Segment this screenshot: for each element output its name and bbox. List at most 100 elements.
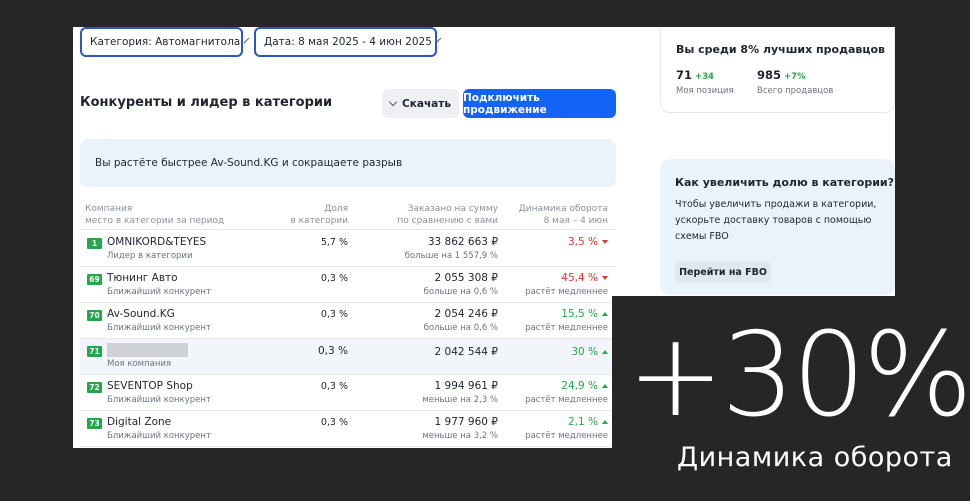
share-value: 0,3 % bbox=[317, 345, 348, 357]
company-role: Ближайший конкурент bbox=[107, 395, 211, 405]
amount-compare: меньше на 2,3 % bbox=[422, 395, 498, 405]
dynamics-text: 2,1 % bbox=[567, 416, 598, 428]
header-company-title: Компания bbox=[85, 204, 133, 214]
my-position-value: 71 +34 bbox=[676, 68, 714, 82]
rank-badge: 72 bbox=[87, 382, 102, 393]
share-value: 5,7 % bbox=[320, 237, 348, 248]
info-banner-text: Вы растёте быстрее Av-Sound.KG и сокраща… bbox=[95, 157, 403, 169]
amount-value: 2 042 544 ₽ bbox=[434, 346, 498, 358]
top-sellers-card: Вы среди 8% лучших продавцов 71 +34 Моя п… bbox=[660, 27, 895, 113]
date-select-label: Дата: 8 мая 2025 - 4 июн 2025 bbox=[264, 36, 432, 48]
my-position-number: 71 bbox=[676, 68, 693, 82]
header-dynamics: Динамика оборота 8 мая – 4 июн bbox=[519, 203, 608, 227]
total-sellers-delta: +7% bbox=[784, 72, 806, 82]
date-select[interactable]: Дата: 8 мая 2025 - 4 июн 2025 bbox=[254, 27, 442, 57]
dynamics-text: 45,4 % bbox=[561, 272, 598, 284]
increase-share-text: Чтобы увеличить продажи в категории, уск… bbox=[675, 199, 877, 242]
header-company-sub: место в категории за период bbox=[85, 216, 225, 226]
rank-badge: 69 bbox=[87, 274, 102, 285]
dynamics-text: 15,5 % bbox=[561, 308, 598, 320]
amount-value: 2 055 308 ₽ bbox=[434, 272, 498, 284]
table-row[interactable]: 72 SEVENTOP Shop Ближайший конкурент 0,3… bbox=[80, 375, 616, 411]
company-role: Моя компания bbox=[107, 359, 172, 369]
amount-compare: больше на 0,6 % bbox=[423, 323, 498, 333]
dynamics-value: 15,5 % bbox=[561, 308, 608, 320]
header-share: Доля в категории bbox=[290, 203, 348, 227]
overlay-big-number: +30% bbox=[627, 308, 970, 443]
share-value: 0,3 % bbox=[320, 309, 348, 320]
info-banner: Вы растёте быстрее Av-Sound.KG и сокраща… bbox=[80, 139, 616, 187]
header-dynamics-title: Динамика оборота bbox=[518, 204, 608, 214]
section-title: Конкуренты и лидер в категории bbox=[80, 95, 333, 110]
company-name[interactable]: SEVENTOP Shop bbox=[107, 380, 193, 392]
company-name[interactable]: OMNIKORD&TEYES bbox=[107, 236, 206, 248]
my-position-label: Моя позиция bbox=[676, 86, 734, 96]
chevron-down-icon bbox=[435, 37, 442, 43]
rank-badge: 71 bbox=[87, 346, 102, 357]
dynamics-value: 30 % bbox=[571, 346, 608, 358]
table-header: Компания место в категории за период Дол… bbox=[80, 200, 616, 230]
trend-up-icon bbox=[602, 350, 608, 354]
table-row[interactable]: 73 Digital Zone Ближайший конкурент 0,3 … bbox=[80, 411, 616, 447]
trend-up-icon bbox=[602, 384, 608, 388]
total-sellers-label: Всего продавцов bbox=[757, 86, 834, 96]
amount-value: 33 862 663 ₽ bbox=[427, 236, 498, 248]
share-value: 0,3 % bbox=[320, 273, 348, 284]
download-button-label: Скачать bbox=[402, 97, 451, 110]
dynamics-text: 24,9 % bbox=[561, 380, 598, 392]
dynamics-note: растёт медленнее bbox=[525, 287, 608, 297]
amount-compare: меньше на 3,2 % bbox=[422, 431, 498, 441]
category-select[interactable]: Категория: Автомагнитола bbox=[80, 27, 250, 57]
header-company: Компания место в категории за период bbox=[85, 203, 224, 227]
table-row[interactable]: 69 Тюнинг Авто Ближайший конкурент 0,3 %… bbox=[80, 267, 616, 303]
category-select-label: Категория: Автомагнитола bbox=[90, 36, 241, 48]
share-value: 0,3 % bbox=[320, 417, 348, 428]
rank-badge: 70 bbox=[87, 310, 102, 321]
rank-badge: 73 bbox=[87, 418, 102, 429]
amount-compare: больше на 1 557,9 % bbox=[404, 251, 498, 261]
amount-value: 1 994 961 ₽ bbox=[434, 380, 498, 392]
amount-compare: больше на 0,6 % bbox=[423, 287, 498, 297]
total-sellers-value: 985 +7% bbox=[757, 68, 806, 82]
dynamics-text: 3,5 % bbox=[567, 236, 598, 248]
table-row-my-company[interactable]: 71 Моя компания 0,3 % 2 042 544 ₽ 30 % bbox=[80, 339, 616, 375]
rank-badge: 1 bbox=[87, 238, 102, 249]
redacted-company-name bbox=[107, 343, 188, 357]
dynamics-text: 30 % bbox=[571, 346, 598, 358]
dynamics-note: растёт медленнее bbox=[525, 323, 608, 333]
total-sellers-number: 985 bbox=[757, 68, 782, 82]
dynamics-value: 2,1 % bbox=[568, 416, 608, 428]
trend-up-icon bbox=[602, 312, 608, 316]
dynamics-note: растёт медленнее bbox=[525, 431, 608, 441]
trend-down-icon bbox=[602, 240, 608, 244]
company-name[interactable]: Digital Zone bbox=[107, 416, 171, 428]
header-share-sub: в категории bbox=[290, 216, 348, 226]
header-amount-title: Заказано на сумму bbox=[407, 204, 498, 214]
table-row[interactable]: 70 Av-Sound.KG Ближайший конкурент 0,3 %… bbox=[80, 303, 616, 339]
go-to-fbo-button[interactable]: Перейти на FBO bbox=[675, 261, 771, 283]
company-role: Ближайший конкурент bbox=[107, 323, 211, 333]
dynamics-value: 45,4 % bbox=[561, 272, 608, 284]
company-role: Ближайший конкурент bbox=[107, 431, 211, 441]
dynamics-note: растёт медленнее bbox=[525, 395, 608, 405]
chevron-down-icon bbox=[243, 37, 250, 43]
table-row[interactable]: 1 OMNIKORD&TEYES Лидер в категории 5,7 %… bbox=[80, 231, 616, 267]
dynamics-value: 3,5 % bbox=[568, 236, 608, 248]
my-position-delta: +34 bbox=[695, 72, 714, 82]
trend-up-icon bbox=[602, 420, 608, 424]
company-name[interactable]: Av-Sound.KG bbox=[107, 308, 175, 320]
company-name[interactable]: Тюнинг Авто bbox=[107, 272, 178, 284]
company-role: Ближайший конкурент bbox=[107, 287, 211, 297]
increase-share-title: Как увеличить долю в категории? bbox=[675, 176, 894, 189]
amount-value: 1 977 960 ₽ bbox=[434, 416, 498, 428]
trend-down-icon bbox=[602, 276, 608, 280]
top-sellers-title: Вы среди 8% лучших продавцов bbox=[676, 43, 886, 56]
download-button[interactable]: Скачать bbox=[382, 89, 459, 118]
share-value: 0,3 % bbox=[320, 381, 348, 392]
chevron-down-icon bbox=[388, 97, 398, 106]
connect-promotion-button[interactable]: Подключить продвижение bbox=[463, 89, 616, 118]
header-share-title: Доля bbox=[324, 204, 348, 214]
header-amount: Заказано на сумму по сравнению с вами bbox=[397, 203, 498, 227]
increase-share-card: Как увеличить долю в категории? Чтобы ув… bbox=[660, 159, 895, 295]
overlay-caption: Динамика оборота bbox=[677, 442, 953, 473]
